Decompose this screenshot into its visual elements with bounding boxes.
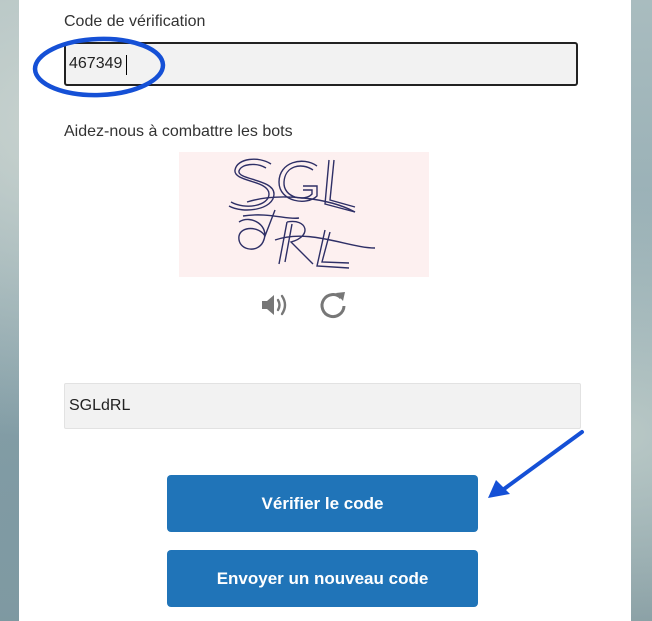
verify-code-button[interactable]: Vérifier le code xyxy=(167,475,478,532)
text-caret xyxy=(126,55,127,75)
verification-card: Code de vérification Aidez-nous à combat… xyxy=(19,0,631,621)
captcha-answer-input[interactable] xyxy=(64,383,581,429)
send-new-code-button[interactable]: Envoyer un nouveau code xyxy=(167,550,478,607)
verification-code-input[interactable] xyxy=(64,42,578,86)
captcha-image xyxy=(179,152,429,277)
verification-code-label: Code de vérification xyxy=(64,13,206,30)
captcha-label: Aidez-nous à combattre les bots xyxy=(64,123,293,140)
speaker-icon[interactable] xyxy=(258,288,292,322)
refresh-icon[interactable] xyxy=(316,288,350,322)
